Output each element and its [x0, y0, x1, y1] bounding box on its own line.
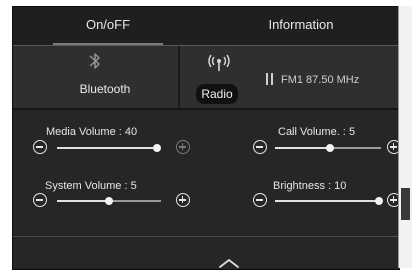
brightness-label: Brightness : 10 — [273, 180, 347, 192]
media-volume-fill — [57, 147, 157, 149]
call-volume-decrease-button[interactable] — [253, 140, 267, 154]
divider — [178, 46, 180, 108]
brightness-fill — [275, 200, 379, 202]
divider — [13, 236, 399, 237]
system-volume-label: System Volume : 5 — [45, 180, 137, 192]
media-volume-decrease-button[interactable] — [33, 140, 47, 154]
call-volume-slider[interactable] — [275, 144, 381, 152]
tab-on-off[interactable]: On/oFF — [13, 7, 203, 45]
pause-icon[interactable] — [265, 73, 275, 87]
call-volume-label: Call Volume. : 5 — [278, 126, 356, 138]
radio-button[interactable]: Radio — [196, 84, 238, 104]
system-volume-decrease-button[interactable] — [33, 193, 47, 207]
car-settings-panel: On/oFF Information Bluetooth Radio FM1 8… — [12, 6, 400, 270]
media-volume-value: 40 — [124, 126, 138, 138]
system-volume-increase-button[interactable] — [176, 193, 190, 207]
system-volume-knob[interactable] — [105, 197, 113, 205]
system-volume-fill — [57, 200, 109, 202]
media-volume-increase-button[interactable] — [176, 140, 190, 154]
radio-antenna-icon[interactable] — [204, 53, 234, 73]
call-volume-value: 5 — [348, 126, 356, 138]
call-volume-fill — [275, 147, 331, 149]
brightness-slider[interactable] — [275, 197, 383, 205]
bluetooth-icon[interactable] — [87, 51, 103, 71]
media-volume-knob[interactable] — [153, 144, 161, 152]
chevron-up-icon[interactable] — [218, 257, 240, 269]
scrollbar[interactable] — [398, 6, 412, 268]
bluetooth-button[interactable]: Bluetooth — [65, 79, 145, 99]
brightness-decrease-button[interactable] — [253, 193, 267, 207]
radio-station-frequency: FM1 87.50 MHz — [281, 74, 360, 86]
tab-information[interactable]: Information — [203, 7, 399, 45]
divider — [13, 108, 399, 110]
scrollbar-thumb[interactable] — [401, 188, 410, 220]
media-volume-slider[interactable] — [57, 144, 161, 152]
tab-bar: On/oFF Information — [13, 7, 399, 45]
brightness-knob[interactable] — [375, 197, 383, 205]
system-volume-slider[interactable] — [57, 197, 161, 205]
brightness-value: 10 — [334, 180, 347, 192]
media-volume-label: Media Volume : 40 — [46, 126, 138, 138]
system-volume-value: 5 — [130, 180, 137, 192]
call-volume-knob[interactable] — [326, 144, 335, 152]
